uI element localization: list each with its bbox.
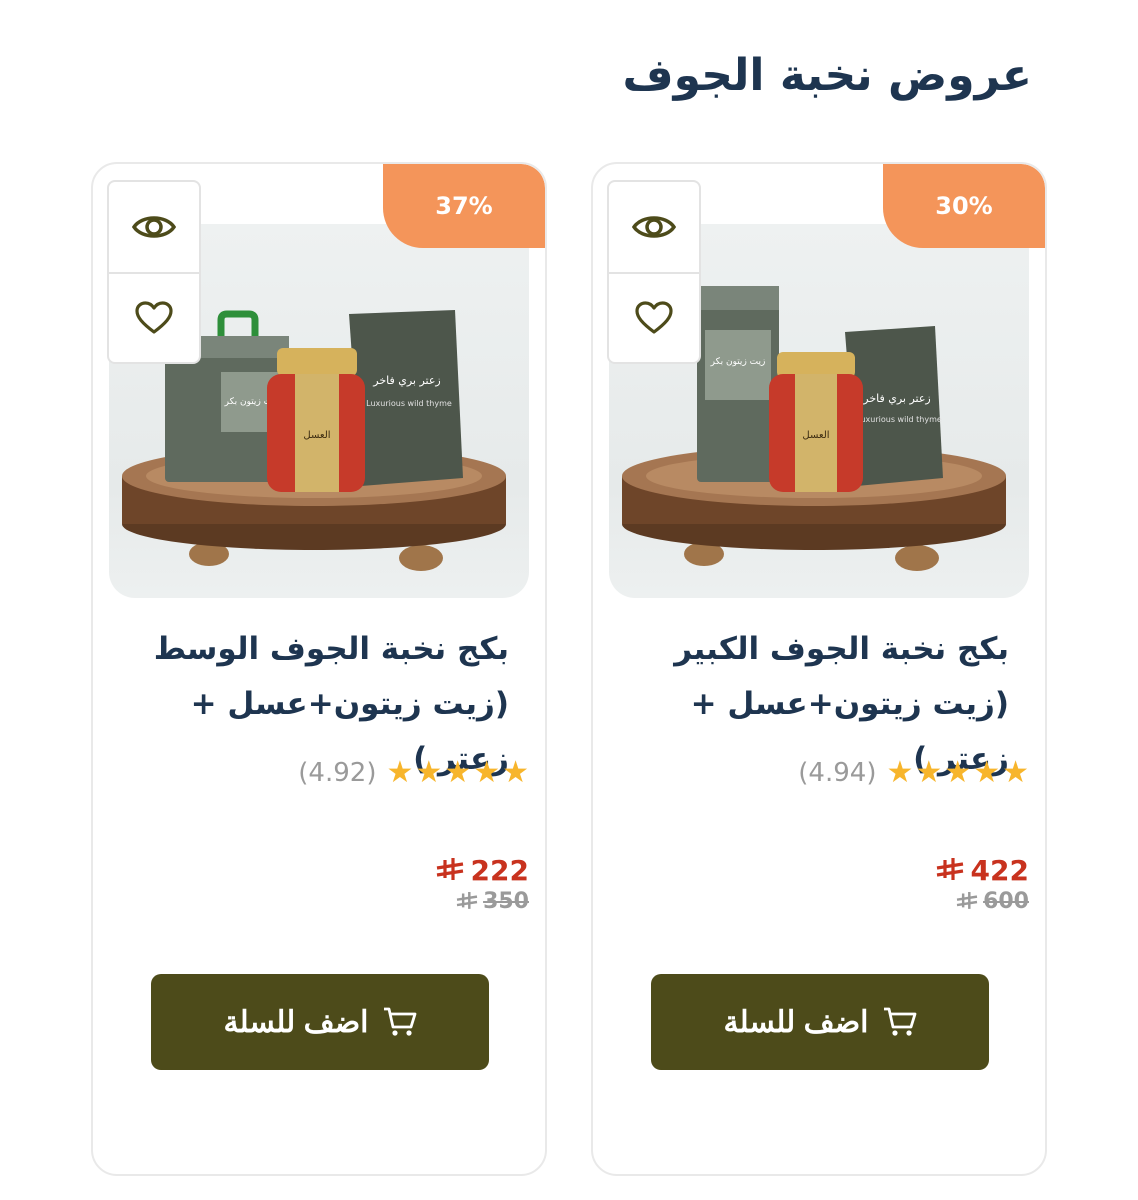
cart-icon (883, 1007, 916, 1036)
rating: ★ ★ ★ ★ ★ (4.94) (798, 758, 1029, 789)
star-icon: ★ (386, 755, 414, 790)
section-title: عروض نخبة الجوف (622, 50, 1033, 101)
rating-score: (4.94) (798, 758, 877, 788)
stars: ★ ★ ★ ★ ★ (386, 758, 529, 788)
pouch-subtitle: Luxurious wild thyme (856, 415, 942, 424)
pouch-title: زعتر بري فاخر (372, 374, 440, 387)
price-old: 350 (435, 889, 529, 914)
quick-view-button[interactable] (609, 182, 699, 272)
discount-badge: 30% (883, 164, 1045, 248)
price-old-value: 350 (483, 889, 529, 914)
star-icon: ★ (886, 755, 914, 790)
heart-icon (135, 301, 173, 334)
discount-badge: 37% (383, 164, 545, 248)
cart-icon (383, 1007, 416, 1036)
rating-score: (4.92) (298, 758, 377, 788)
jar-label: العسل (802, 430, 829, 441)
eye-icon (632, 216, 676, 238)
star-icon: ★ (944, 755, 972, 790)
product-title-line1: بكج نخبة الجوف الكبير (674, 631, 1009, 667)
riyal-icon (956, 891, 978, 909)
pouch-title: زعتر بري فاخر (862, 392, 930, 405)
tin-label: زيت زيتون بكر (710, 357, 766, 367)
riyal-icon (936, 857, 963, 880)
wishlist-button[interactable] (609, 272, 699, 362)
rating: ★ ★ ★ ★ ★ (4.92) (298, 758, 529, 789)
wishlist-button[interactable] (109, 272, 199, 362)
riyal-icon (436, 857, 463, 880)
star-icon: ★ (473, 755, 501, 790)
product-card[interactable]: زيت زيتون بكر زعتر بري فاخر Luxurious wi… (591, 162, 1047, 1176)
product-title-line1: بكج نخبة الجوف الوسط (153, 631, 509, 667)
pouch-subtitle: Luxurious wild thyme (366, 399, 452, 408)
price-new: 222 (435, 854, 529, 887)
price-new-value: 222 (470, 854, 529, 887)
star-icon: ★ (502, 755, 529, 790)
quick-view-button[interactable] (109, 182, 199, 272)
add-to-cart-label: اضف للسلة (223, 1005, 369, 1039)
add-to-cart-button[interactable]: اضف للسلة (651, 974, 989, 1070)
star-icon: ★ (415, 755, 443, 790)
star-icon: ★ (444, 755, 472, 790)
add-to-cart-label: اضف للسلة (723, 1005, 869, 1039)
price-block: 222 350 (435, 854, 529, 914)
eye-icon (132, 216, 176, 238)
price-block: 422 600 (935, 854, 1029, 914)
riyal-icon (456, 891, 478, 909)
jar-label: العسل (303, 430, 330, 441)
price-old: 600 (935, 889, 1029, 914)
product-card[interactable]: زيت زيتون بكر زعتر بري فاخر Luxurious wi… (91, 162, 547, 1176)
add-to-cart-button[interactable]: اضف للسلة (151, 974, 489, 1070)
star-icon: ★ (973, 755, 1001, 790)
price-old-value: 600 (983, 889, 1029, 914)
star-icon: ★ (1002, 755, 1029, 790)
price-new: 422 (935, 854, 1029, 887)
star-icon: ★ (915, 755, 943, 790)
heart-icon (635, 301, 673, 334)
stars: ★ ★ ★ ★ ★ (886, 758, 1029, 788)
card-actions (107, 180, 201, 364)
card-actions (607, 180, 701, 364)
price-new-value: 422 (970, 854, 1029, 887)
